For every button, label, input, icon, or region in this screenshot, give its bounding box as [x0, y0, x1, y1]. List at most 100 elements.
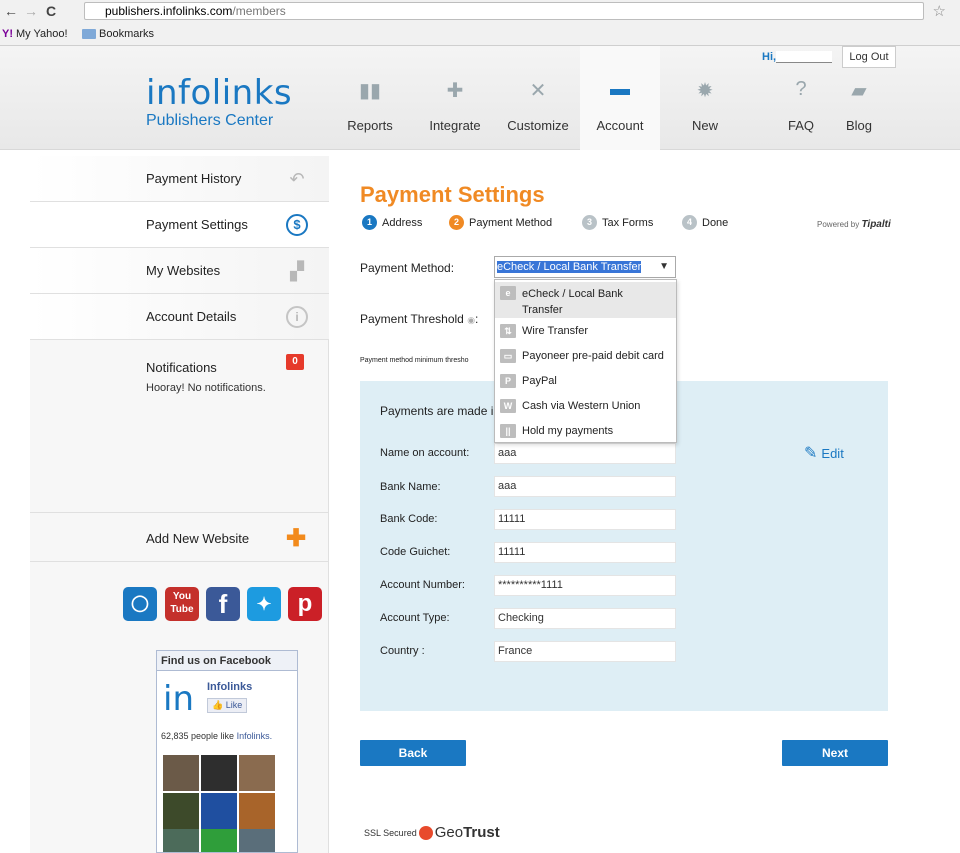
- infolinks-logo[interactable]: infolinks Publishers Center: [146, 76, 292, 130]
- speech-bubbles-icon: ▰: [851, 80, 867, 102]
- chevron-down-icon: ▼: [659, 261, 669, 272]
- nav-integrate[interactable]: ✚ Integrate: [420, 46, 490, 150]
- nav-label: New: [691, 118, 718, 133]
- step-address: 1 Address: [362, 215, 422, 230]
- option-label: Wire Transfer: [522, 324, 589, 337]
- field-label: Bank Code:: [380, 513, 438, 525]
- facebook-icon[interactable]: f: [206, 587, 240, 621]
- dropdown-option-payoneer[interactable]: ▭ Payoneer pre-paid debit card: [495, 343, 676, 368]
- nav-account[interactable]: ▬ Account: [580, 46, 660, 150]
- yahoo-icon: Y!: [2, 28, 13, 40]
- ssl-secured-text: SSL Secured: [364, 827, 417, 838]
- edit-button[interactable]: ✎ Edit: [804, 443, 844, 463]
- starburst-icon: ✹: [696, 80, 714, 102]
- like-label: Like: [225, 700, 243, 710]
- nav-label: Blog: [845, 118, 873, 133]
- chat-social-icon[interactable]: ◯: [123, 587, 157, 621]
- sidebar-item-account-details[interactable]: Account Details i: [30, 294, 329, 340]
- account-number-field[interactable]: **********1111: [494, 575, 676, 596]
- field-label: Account Number:: [380, 579, 465, 591]
- code-guichet-field[interactable]: 11111: [494, 542, 676, 563]
- sidebar-item-payment-history[interactable]: Payment History ↶: [30, 156, 329, 202]
- fan-avatar[interactable]: [239, 755, 275, 791]
- infolinks-in-logo[interactable]: in: [163, 679, 194, 719]
- bank-name-field[interactable]: aaa: [494, 476, 676, 497]
- dropdown-option-hold-payments[interactable]: || Hold my payments: [495, 418, 676, 443]
- dropdown-option-echeck[interactable]: e eCheck / Local Bank Transfer: [495, 282, 676, 318]
- geotrust-ssl-seal[interactable]: SSL Secured GeoTrust: [364, 824, 500, 841]
- fan-avatar[interactable]: [201, 829, 237, 852]
- tipalti-logo: Tipalti: [861, 219, 891, 230]
- site-header: infolinks Publishers Center ▮▮ Reports ✚…: [0, 46, 960, 150]
- step-payment-method: 2 Payment Method: [449, 215, 552, 230]
- notifications-title[interactable]: Notifications: [146, 360, 217, 375]
- add-website-label: Add New Website: [146, 531, 250, 546]
- payment-method-selected-value: eCheck / Local Bank Transfer: [497, 261, 642, 273]
- sidebar-item-label: Payment History: [146, 171, 242, 186]
- sidebar-item-payment-settings[interactable]: Payment Settings $: [30, 202, 329, 248]
- bookmarks-bar: Y! My Yahoo! Bookmarks: [0, 23, 960, 45]
- back-arrow-icon[interactable]: ←: [4, 3, 18, 19]
- reload-icon[interactable]: C: [46, 3, 56, 19]
- bookmark-star-icon[interactable]: ☆: [933, 2, 946, 20]
- step-label: Address: [382, 216, 423, 229]
- nav-new[interactable]: ✹ New: [670, 46, 740, 150]
- country-field[interactable]: France: [494, 641, 676, 662]
- fan-avatar[interactable]: [163, 755, 199, 791]
- logout-button[interactable]: Log Out: [842, 46, 896, 68]
- name-on-account-field[interactable]: aaa: [494, 443, 676, 464]
- nav-reports[interactable]: ▮▮ Reports: [338, 46, 402, 150]
- bookmark-folder[interactable]: Bookmarks: [82, 23, 154, 45]
- like-count-link[interactable]: Infolinks.: [237, 731, 273, 741]
- threshold-label-text: Payment Threshold: [360, 312, 464, 326]
- field-label: Code Guichet:: [380, 546, 451, 558]
- tools-icon: ✕: [529, 80, 547, 102]
- fan-avatar[interactable]: [239, 793, 275, 829]
- option-label: Hold my payments: [522, 424, 614, 437]
- nav-label: Reports: [347, 118, 393, 133]
- help-icon[interactable]: ◉: [467, 315, 475, 325]
- twitter-icon[interactable]: ✦: [247, 587, 281, 621]
- like-count-text: 62,835 people like: [161, 731, 235, 741]
- step-number: 3: [582, 215, 597, 230]
- back-button[interactable]: Back: [360, 740, 466, 766]
- geotrust-wordmark: GeoTrust: [435, 824, 500, 841]
- puzzle-icon: ✚: [446, 80, 464, 102]
- pinterest-icon[interactable]: p: [288, 587, 322, 621]
- dropdown-option-paypal[interactable]: P PayPal: [495, 368, 676, 393]
- url-bar[interactable]: publishers.infolinks.com/members: [84, 2, 924, 20]
- bookmark-my-yahoo[interactable]: Y! My Yahoo!: [2, 23, 68, 45]
- fan-avatar[interactable]: [163, 829, 199, 852]
- payment-method-select[interactable]: eCheck / Local Bank Transfer ▼: [494, 256, 676, 278]
- geotrust-icon: [418, 825, 433, 840]
- youtube-top-text: You: [172, 591, 192, 602]
- facebook-like-button[interactable]: 👍 Like: [207, 698, 248, 713]
- youtube-icon[interactable]: You Tube: [165, 587, 199, 621]
- paypal-icon: P: [500, 373, 516, 388]
- wire-transfer-icon: ⇅: [500, 323, 516, 338]
- fan-avatar[interactable]: [201, 793, 237, 829]
- forward-arrow-icon[interactable]: →: [24, 3, 38, 19]
- fan-avatar[interactable]: [201, 755, 237, 791]
- browser-chrome: ← → C publishers.infolinks.com/members ☆…: [0, 0, 960, 46]
- debit-card-icon: ▭: [500, 348, 516, 363]
- threshold-note: Payment method minimum thresho: [360, 357, 469, 364]
- fan-avatar[interactable]: [239, 829, 275, 852]
- dropdown-option-western-union[interactable]: W Cash via Western Union: [495, 393, 676, 418]
- windows-stack-icon: ▞: [290, 261, 304, 281]
- add-new-website-button[interactable]: Add New Website ✚: [30, 512, 329, 562]
- nav-label: FAQ: [787, 118, 814, 133]
- next-button[interactable]: Next: [782, 740, 888, 766]
- bank-code-field[interactable]: 11111: [494, 509, 676, 530]
- option-label: PayPal: [522, 374, 557, 387]
- facebook-page-name[interactable]: Infolinks: [207, 681, 252, 693]
- dropdown-option-wire-transfer[interactable]: ⇅ Wire Transfer: [495, 318, 676, 343]
- payment-method-label: Payment Method:: [360, 261, 455, 275]
- account-type-field[interactable]: Checking: [494, 608, 676, 629]
- sidebar-item-my-websites[interactable]: My Websites ▞: [30, 248, 329, 294]
- username-redacted: [776, 51, 833, 64]
- option-label: Payoneer pre-paid debit card: [522, 349, 664, 362]
- fan-avatar[interactable]: [163, 793, 199, 829]
- nav-customize[interactable]: ✕ Customize: [502, 46, 574, 150]
- sidebar-item-label: My Websites: [146, 263, 221, 278]
